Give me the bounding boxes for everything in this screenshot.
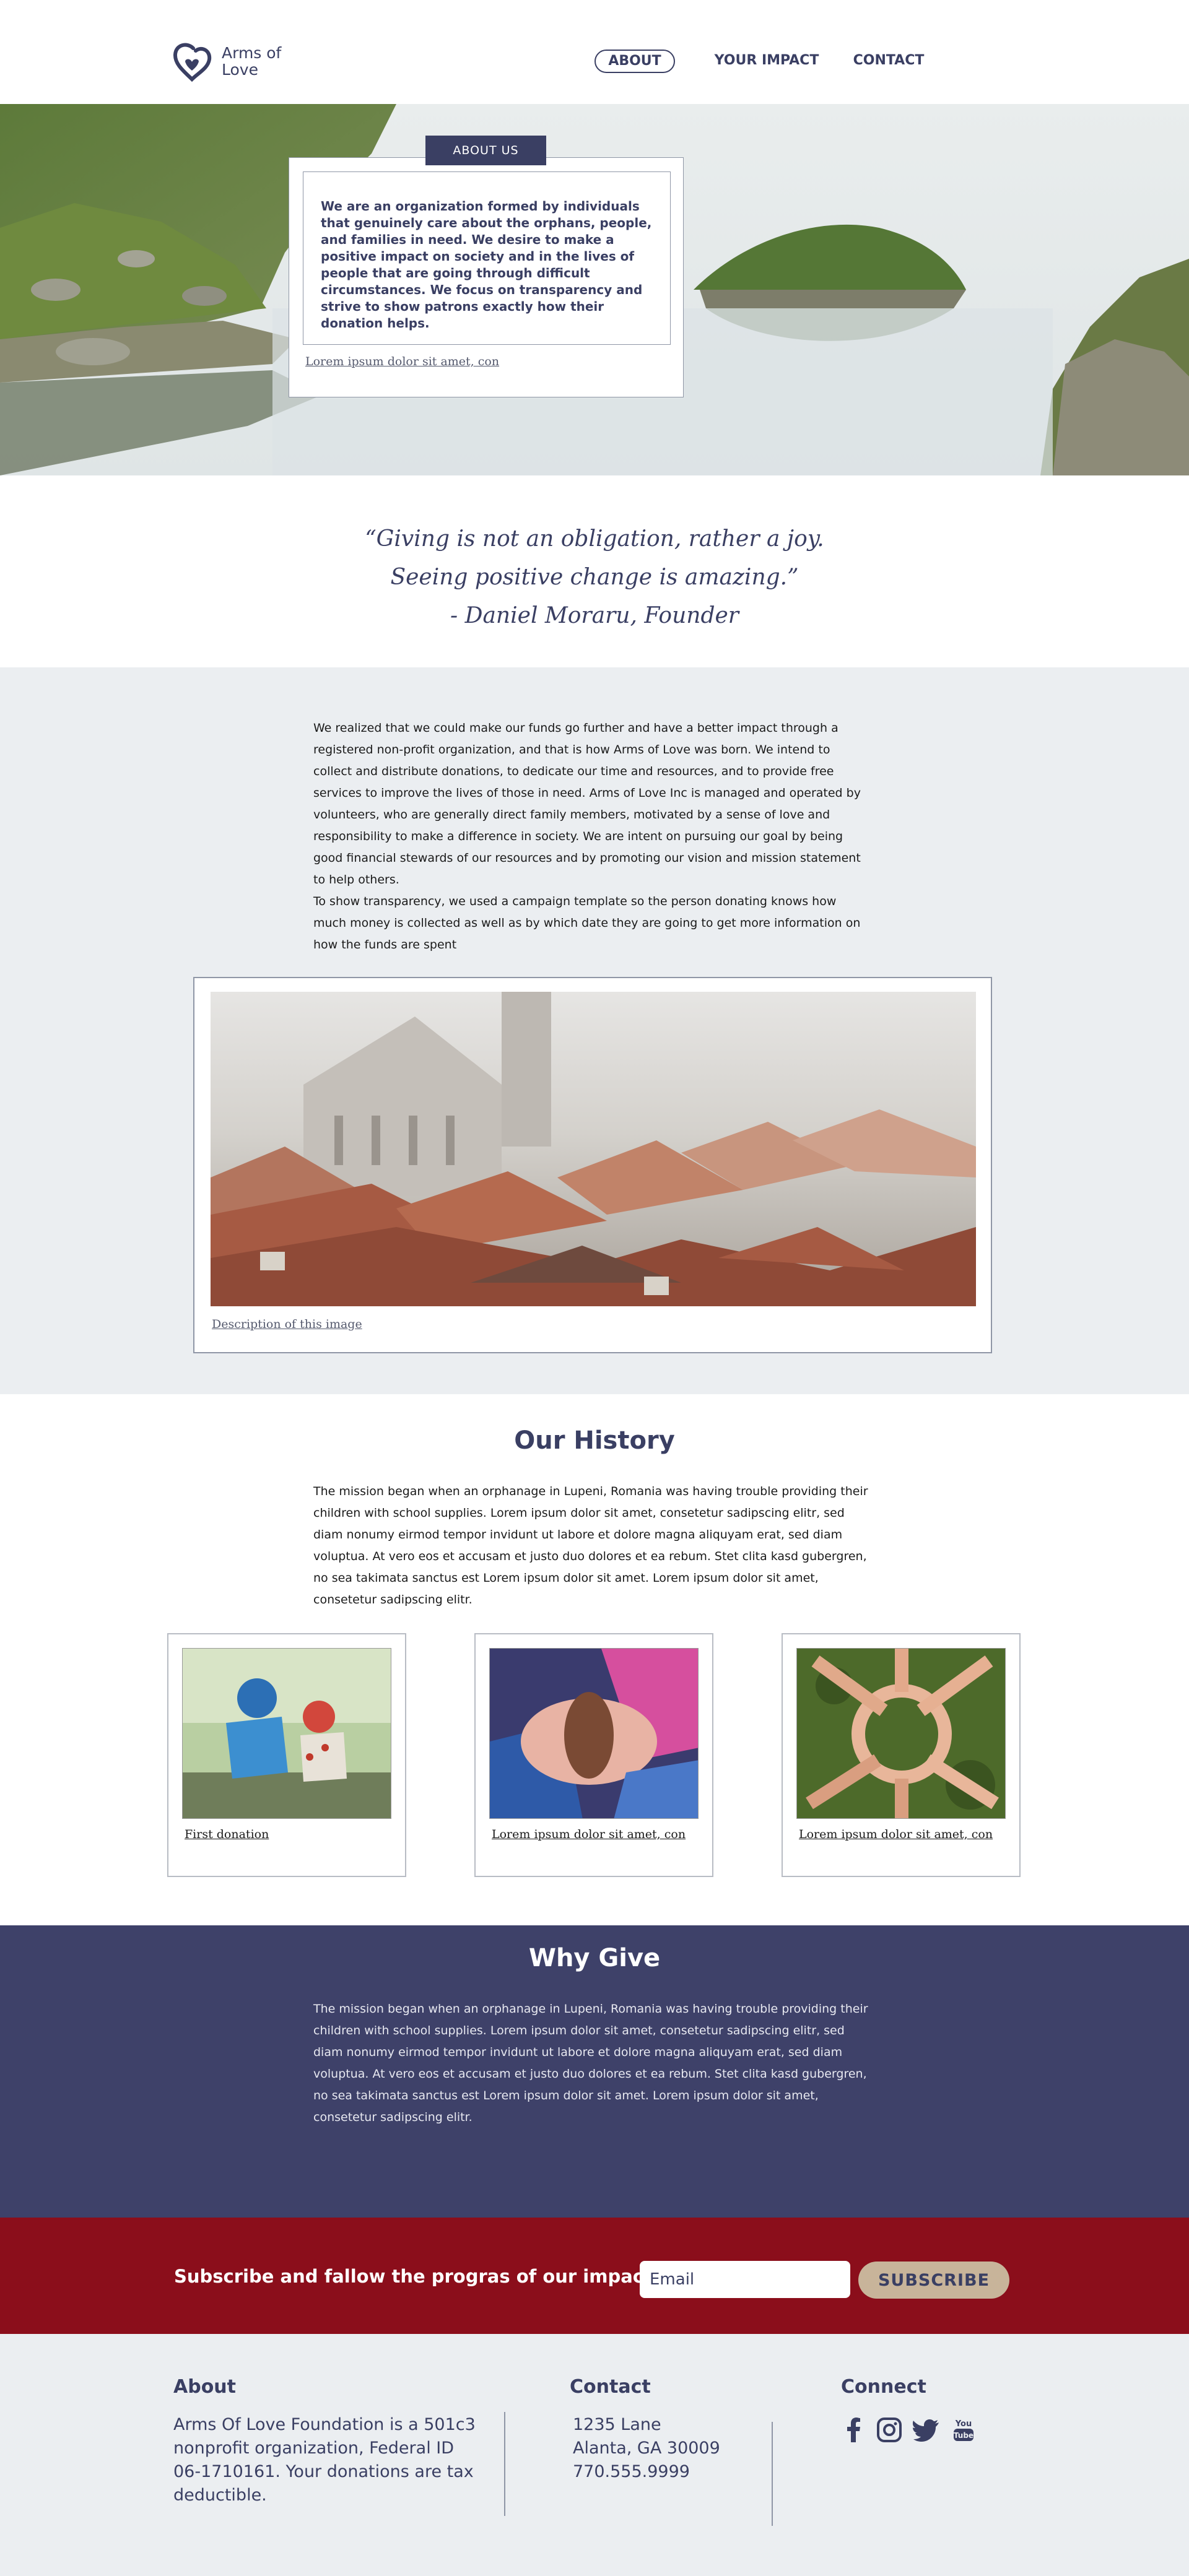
heart-logo-icon [173, 43, 212, 82]
about-us-inner-frame: We are an organization formed by individ… [303, 171, 671, 345]
history-title: Our History [514, 1426, 675, 1455]
subscribe-title: Subscribe and fallow the progras of our … [174, 2266, 652, 2287]
hands-together-image [489, 1648, 699, 1819]
nav-contact[interactable]: CONTACT [848, 50, 929, 72]
founder-quote: “Giving is not an obligation, rather a j… [365, 526, 824, 628]
about-paragraph-2: To show transparency, we used a campaign… [313, 895, 861, 952]
footer-divider-1 [504, 2412, 505, 2516]
why-give-title: Why Give [528, 1944, 661, 1972]
history-card-1: First donation [167, 1633, 406, 1877]
city-rooftops-image [211, 992, 976, 1306]
city-photo-card: Description of this image [193, 977, 992, 1353]
about-us-card: We are an organization formed by individ… [289, 157, 684, 397]
about-us-tab: ABOUT US [425, 136, 546, 165]
about-us-text: We are an organization formed by individ… [321, 199, 652, 331]
why-give-section: Why Give The mission began when an orpha… [0, 1925, 1189, 2218]
about-body-section: We realized that we could make our funds… [0, 667, 1189, 1394]
site-header: Arms of Love ABOUT YOUR IMPACT CONTACT [0, 0, 1189, 104]
logo-text: Arms of Love [222, 44, 282, 79]
twitter-icon[interactable] [913, 2416, 940, 2444]
history-card-3-caption[interactable]: Lorem ipsum dolor sit amet, con [799, 1828, 993, 1841]
email-input[interactable] [640, 2261, 850, 2298]
footer-about-heading: About [173, 2376, 237, 2398]
footer-connect-heading: Connect [841, 2376, 926, 2398]
nav-your-impact[interactable]: YOUR IMPACT [692, 50, 841, 72]
linked-arms-image [796, 1648, 1006, 1819]
site-footer: About Arms Of Love Foundation is a 501c3… [0, 2334, 1189, 2576]
nav-about[interactable]: ABOUT [594, 50, 675, 73]
why-give-paragraph: The mission began when an orphanage in L… [313, 2002, 868, 2124]
subscribe-button[interactable]: SUBSCRIBE [858, 2262, 1009, 2299]
footer-contact-text: 1235 Lane Alanta, GA 30009 770.555.9999 [573, 2415, 720, 2481]
footer-contact-heading: Contact [570, 2376, 651, 2398]
history-card-2-caption[interactable]: Lorem ipsum dolor sit amet, con [492, 1828, 686, 1841]
city-photo-caption[interactable]: Description of this image [212, 1317, 362, 1331]
about-paragraph-1: We realized that we could make our funds… [313, 721, 861, 887]
youtube-icon[interactable]: You Tube [950, 2416, 977, 2444]
instagram-icon[interactable] [876, 2416, 903, 2444]
facebook-icon[interactable] [841, 2416, 868, 2444]
svg-text:Tube: Tube [954, 2431, 973, 2440]
our-history-section: Our History The mission began when an or… [0, 1394, 1189, 1925]
history-card-1-caption[interactable]: First donation [185, 1828, 269, 1841]
hero-caption-link[interactable]: Lorem ipsum dolor sit amet, con [305, 355, 499, 368]
history-card-3: Lorem ipsum dolor sit amet, con [782, 1633, 1021, 1877]
subscribe-section: Subscribe and fallow the progras of our … [0, 2218, 1189, 2334]
logo-link[interactable]: Arms of Love [172, 41, 333, 84]
history-card-2: Lorem ipsum dolor sit amet, con [474, 1633, 713, 1877]
children-playing-image [182, 1648, 391, 1819]
footer-about-text: Arms Of Love Foundation is a 501c3 nonpr… [173, 2415, 476, 2505]
hero-section: We are an organization formed by individ… [0, 104, 1189, 475]
history-paragraph: The mission began when an orphanage in L… [313, 1485, 868, 1607]
svg-text:You: You [955, 2419, 972, 2429]
footer-divider-2 [772, 2422, 773, 2526]
founder-quote-section: “Giving is not an obligation, rather a j… [0, 475, 1189, 667]
